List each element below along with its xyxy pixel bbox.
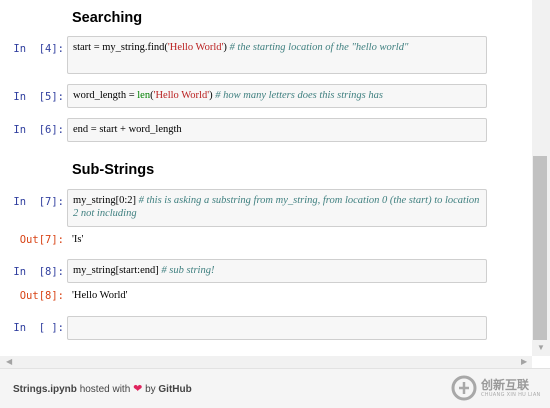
section-heading-searching: Searching bbox=[72, 10, 143, 26]
footer-hosted-text: hosted with bbox=[79, 384, 131, 395]
code-builtin: len bbox=[137, 90, 151, 101]
scroll-left-arrow-icon[interactable]: ◀ bbox=[6, 358, 12, 366]
watermark-logo-icon bbox=[451, 375, 477, 401]
scroll-down-arrow-icon[interactable]: ▼ bbox=[537, 344, 545, 352]
output-text: 'Hello World' bbox=[72, 290, 128, 301]
vertical-scrollbar-thumb[interactable] bbox=[533, 156, 547, 340]
code-comment: # sub string! bbox=[161, 265, 215, 276]
footer-meta: Strings.ipynb hosted with ❤ by GitHub bbox=[13, 382, 192, 395]
code-cell[interactable]: my_string[start:end] # sub string! bbox=[67, 259, 487, 283]
input-prompt: In [4]: bbox=[13, 43, 64, 55]
output-prompt: Out[8]: bbox=[19, 290, 64, 302]
code-text: start = my_string.find( bbox=[73, 42, 168, 53]
code-string: 'Hello World' bbox=[167, 42, 224, 53]
code-text: my_string[0:2] bbox=[73, 195, 139, 206]
code-text: my_string[start:end] bbox=[73, 265, 162, 276]
input-prompt: In [ ]: bbox=[13, 322, 64, 334]
code-cell[interactable]: word_length = len('Hello World') # how m… bbox=[67, 84, 487, 108]
footer-github-link[interactable]: GitHub bbox=[158, 384, 191, 395]
heart-icon: ❤ bbox=[133, 383, 143, 395]
watermark-english-text: CHUANG XIN HU LIAN bbox=[481, 392, 541, 398]
code-text: end = start + word_length bbox=[73, 124, 182, 135]
code-comment: # how many letters does this strings has bbox=[215, 90, 383, 101]
scroll-right-arrow-icon[interactable]: ▶ bbox=[521, 358, 527, 366]
code-cell[interactable]: my_string[0:2] # this is asking a substr… bbox=[67, 189, 487, 227]
output-text: 'Is' bbox=[72, 234, 84, 245]
watermark-logo: 创新互联 CHUANG XIN HU LIAN bbox=[451, 373, 549, 403]
input-prompt: In [6]: bbox=[13, 124, 64, 136]
code-cell[interactable]: start = my_string.find('Hello World') # … bbox=[67, 36, 487, 74]
horizontal-scrollbar[interactable] bbox=[0, 356, 532, 368]
footer-filename-link[interactable]: Strings.ipynb bbox=[13, 384, 77, 395]
output-prompt: Out[7]: bbox=[19, 234, 64, 246]
input-prompt: In [8]: bbox=[13, 266, 64, 278]
code-cell[interactable]: end = start + word_length bbox=[67, 118, 487, 142]
footer-by-text: by bbox=[145, 384, 156, 395]
code-string: 'Hello World' bbox=[153, 90, 210, 101]
input-prompt: In [5]: bbox=[13, 91, 64, 103]
watermark-chinese-text: 创新互联 bbox=[481, 378, 530, 392]
code-text: word_length = bbox=[73, 90, 138, 101]
empty-code-cell[interactable] bbox=[67, 316, 487, 340]
section-heading-substrings: Sub-Strings bbox=[72, 162, 155, 178]
notebook-viewport: Searching In [4]: start = my_string.find… bbox=[0, 0, 531, 356]
code-comment: # the starting location of the "hello wo… bbox=[229, 42, 409, 53]
input-prompt: In [7]: bbox=[13, 196, 64, 208]
